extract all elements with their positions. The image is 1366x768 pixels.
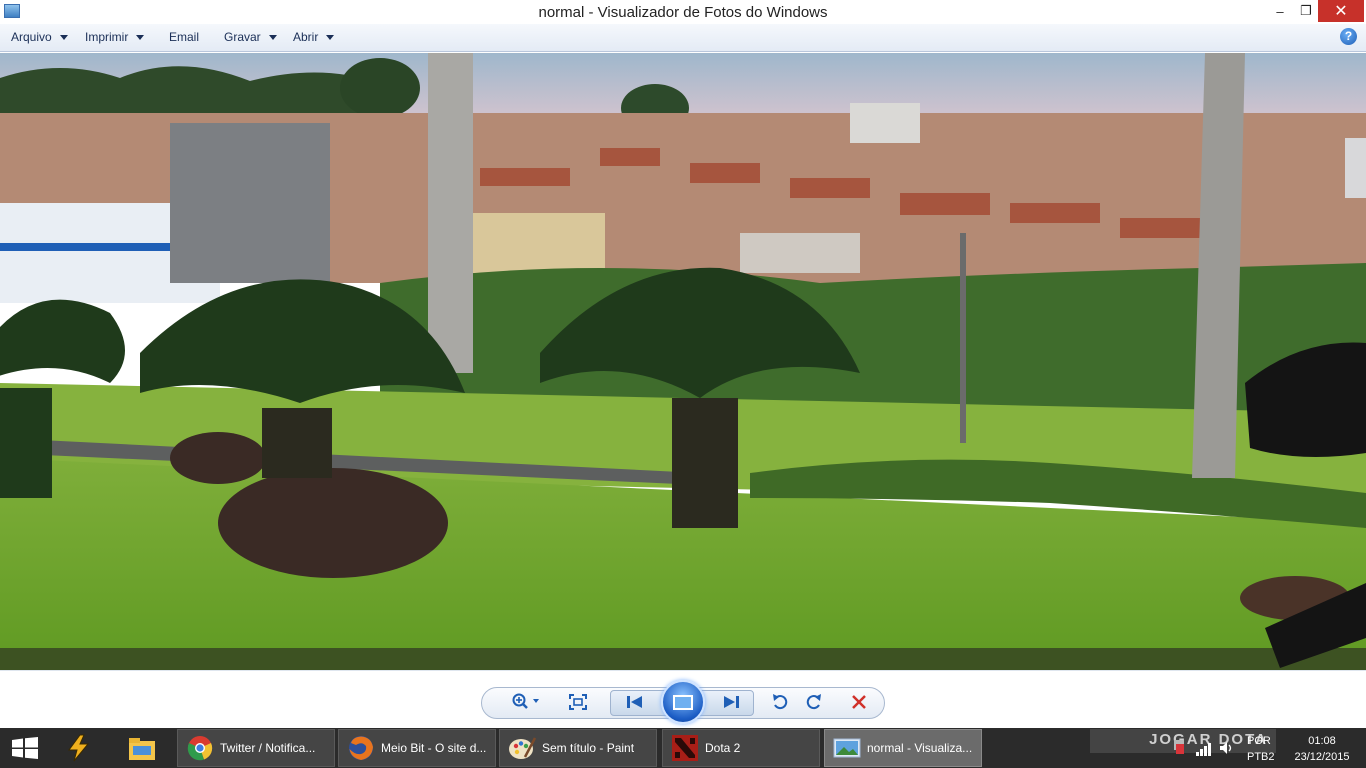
help-icon[interactable]: ? [1340, 28, 1357, 45]
actual-size-button[interactable] [565, 687, 591, 717]
zoom-icon [512, 693, 539, 709]
winamp-icon[interactable] [64, 734, 94, 762]
task-paint[interactable]: Sem título - Paint [499, 729, 657, 767]
delete-button[interactable] [846, 687, 872, 717]
dota-icon [672, 735, 698, 761]
task-dota[interactable]: Dota 2 [662, 729, 820, 767]
delete-icon [852, 695, 866, 709]
task-firefox[interactable]: Meio Bit - O site d... [338, 729, 496, 767]
notification-flag-icon[interactable] [1172, 738, 1188, 758]
task-label: Sem título - Paint [542, 741, 635, 755]
chrome-icon [187, 736, 213, 761]
windows-start-icon[interactable] [10, 737, 40, 759]
task-label: Meio Bit - O site d... [381, 741, 487, 755]
task-label: Twitter / Notifica... [220, 741, 316, 755]
clock-date: 23/12/2015 [1294, 751, 1350, 763]
file-explorer-icon[interactable] [127, 734, 157, 762]
photo-display[interactable] [0, 53, 1366, 670]
previous-icon [627, 696, 642, 708]
next-icon [724, 696, 739, 708]
menu-bar: Arquivo Imprimir Email Gravar Abrir [0, 24, 1366, 52]
rotate-counterclockwise-icon [773, 694, 788, 710]
menu-email[interactable]: Email [169, 30, 199, 44]
keyboard-layout-label: PTB2 [1247, 751, 1275, 763]
language-label: POR [1247, 735, 1271, 747]
close-button[interactable]: ✕ [1318, 0, 1364, 22]
slideshow-button[interactable] [661, 680, 705, 724]
menu-email-label: Email [169, 30, 200, 44]
rotate-clockwise-icon [806, 694, 821, 710]
menu-imprimir-label: Imprimir [85, 30, 129, 44]
rotate-clockwise-button[interactable] [802, 687, 826, 717]
previous-button[interactable] [620, 687, 650, 717]
chevron-down-icon [326, 34, 335, 40]
network-signal-icon[interactable] [1195, 742, 1213, 756]
title-bar: normal - Visualizador de Fotos do Window… [0, 0, 1366, 24]
task-chrome[interactable]: Twitter / Notifica... [177, 729, 335, 767]
paint-icon [509, 737, 536, 759]
rotate-counterclockwise-button[interactable] [768, 687, 792, 717]
menu-abrir[interactable]: Abrir [293, 30, 335, 44]
chevron-down-icon [268, 34, 277, 40]
task-label: Dota 2 [705, 741, 741, 755]
next-button[interactable] [716, 687, 746, 717]
slideshow-icon [673, 694, 693, 710]
photo-image [0, 53, 1366, 670]
photo-viewer-window: normal - Visualizador de Fotos do Window… [0, 0, 1366, 768]
task-label: normal - Visualiza... [867, 741, 973, 755]
window-title: normal - Visualizador de Fotos do Window… [538, 4, 828, 21]
menu-gravar[interactable]: Gravar [224, 30, 277, 44]
chevron-down-icon [59, 34, 68, 40]
chevron-down-icon [136, 34, 145, 40]
menu-arquivo[interactable]: Arquivo [11, 30, 68, 44]
menu-arquivo-label: Arquivo [11, 30, 52, 44]
volume-icon[interactable] [1219, 741, 1235, 755]
language-indicator[interactable]: POR PTB2 [1247, 733, 1281, 768]
minimize-button[interactable]: – [1266, 0, 1294, 22]
menu-gravar-label: Gravar [224, 30, 261, 44]
clock[interactable]: 01:08 23/12/2015 [1284, 733, 1360, 768]
menu-imprimir[interactable]: Imprimir [85, 30, 145, 44]
task-photo-viewer[interactable]: normal - Visualiza... [824, 729, 982, 767]
clock-time: 01:08 [1308, 735, 1336, 747]
maximize-button[interactable]: ❐ [1292, 0, 1320, 22]
menu-abrir-label: Abrir [293, 30, 319, 44]
actual-size-icon [569, 694, 587, 710]
photo-viewer-icon [833, 738, 861, 758]
zoom-button[interactable] [506, 687, 546, 717]
firefox-icon [349, 736, 373, 760]
